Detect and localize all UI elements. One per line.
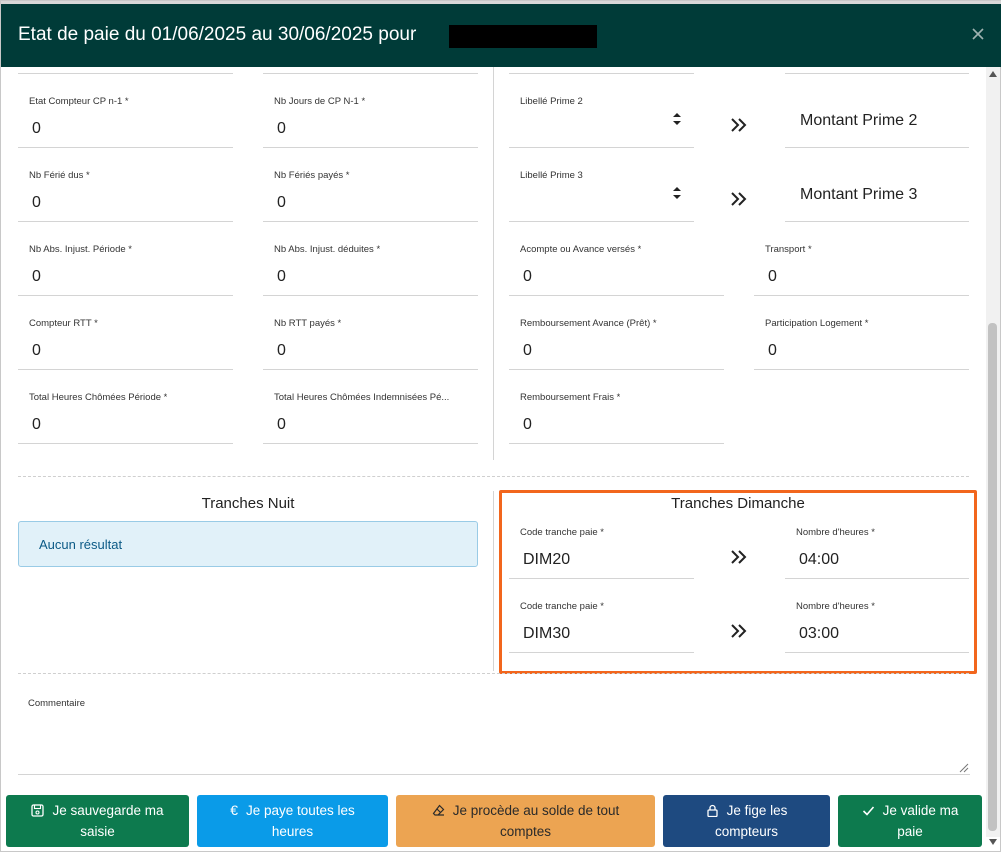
- euro-icon: €: [230, 802, 238, 818]
- freeze-line1: Je fige les: [726, 803, 788, 818]
- double-chevron-right-icon: [731, 192, 747, 206]
- field-placeholder: Montant Prime 3: [800, 186, 918, 203]
- comment-label: Commentaire: [28, 698, 86, 709]
- redacted-employee-name: [449, 25, 597, 48]
- field-label: Participation Logement *: [765, 318, 869, 329]
- field-unjustified-absences-period[interactable]: Nb Abs. Injust. Période * 0: [18, 222, 233, 296]
- validate-line2: paie: [897, 824, 923, 839]
- resize-handle-icon[interactable]: [959, 763, 969, 773]
- field-value: 0: [277, 194, 286, 211]
- field-label: Nb Férié dus *: [29, 170, 90, 181]
- field-label: Etat Compteur CP n-1 *: [29, 96, 129, 107]
- balance-line1: Je procède au solde de tout: [452, 803, 620, 818]
- field-value: 0: [32, 342, 41, 359]
- field-label: Total Heures Chômées Indemnisées Pé...: [274, 392, 450, 403]
- field-label: Transport *: [765, 244, 812, 255]
- dialog-title: Etat de paie du 01/06/2025 au 30/06/2025…: [18, 24, 417, 45]
- field-value: 0: [277, 342, 286, 359]
- field-unemployed-hours-indemnified[interactable]: Total Heures Chômées Indemnisées Pé... 0: [263, 370, 478, 444]
- field-label: Remboursement Frais *: [520, 392, 621, 403]
- floppy-disk-icon: [31, 804, 45, 817]
- field-label: Nb Fériés payés *: [274, 170, 350, 181]
- balance-line2: comptes: [499, 824, 552, 839]
- scroll-up-arrow-icon[interactable]: [989, 71, 997, 77]
- field-housing-participation[interactable]: Participation Logement * 0: [754, 296, 969, 370]
- field-label: Remboursement Avance (Prêt) *: [520, 318, 657, 329]
- field-expense-reimbursement[interactable]: Remboursement Frais * 0: [509, 370, 724, 444]
- field-label: Libellé Prime 3: [520, 170, 583, 181]
- dialog-header: Etat de paie du 01/06/2025 au 30/06/2025…: [1, 1, 1001, 67]
- field-label: Nb Abs. Injust. déduites *: [274, 244, 381, 255]
- input-prime-2-amount[interactable]: Montant Prime 2: [785, 74, 969, 148]
- empty-result-message: Aucun résultat: [39, 537, 123, 552]
- field-unjustified-absences-deducted[interactable]: Nb Abs. Injust. déduites * 0: [263, 222, 478, 296]
- save-button-line2: saisie: [80, 824, 115, 839]
- freeze-counters-button[interactable]: Je fige les compteurs: [663, 795, 830, 847]
- payroll-dialog: Etat de paie du 01/06/2025 au 30/06/2025…: [0, 0, 1001, 852]
- column-divider: [493, 491, 494, 671]
- checkmark-icon: [862, 806, 874, 816]
- field-value: 0: [768, 268, 777, 285]
- field-unemployed-hours-period[interactable]: Total Heures Chômées Période * 0: [18, 370, 233, 444]
- tranches-nuit-title: Tranches Nuit: [201, 495, 295, 512]
- comment-textarea[interactable]: [18, 690, 970, 775]
- balance-all-accounts-button[interactable]: Je procède au solde de tout comptes: [396, 795, 655, 847]
- field-value: 0: [277, 120, 286, 137]
- field-value: 0: [768, 342, 777, 359]
- field-value: 0: [32, 120, 41, 137]
- save-button[interactable]: Je sauvegarde ma saisie: [6, 795, 189, 847]
- validate-line1: Je valide ma: [882, 803, 959, 818]
- field-value: 0: [32, 268, 41, 285]
- field-rtt-paid[interactable]: Nb RTT payés * 0: [263, 296, 478, 370]
- highlight-box: [499, 490, 977, 674]
- field-label: Libellé Prime 2: [520, 96, 583, 107]
- field-advance-paid[interactable]: Acompte ou Avance versés * 0: [509, 222, 724, 296]
- scrollbar-thumb[interactable]: [988, 323, 997, 831]
- field-value: 0: [523, 342, 532, 359]
- select-prime-2[interactable]: Libellé Prime 2: [509, 74, 694, 148]
- save-button-line1: Je sauvegarde ma: [52, 803, 164, 818]
- field-holidays-paid[interactable]: Nb Fériés payés * 0: [263, 148, 478, 222]
- eraser-icon: [432, 804, 445, 816]
- section-separator: [18, 673, 969, 674]
- field-label: Nb Abs. Injust. Période *: [29, 244, 132, 255]
- field-label: Total Heures Chômées Période *: [29, 392, 168, 403]
- field-loan-repayment[interactable]: Remboursement Avance (Prêt) * 0: [509, 296, 724, 370]
- field-transport[interactable]: Transport * 0: [754, 222, 969, 296]
- field-label: Acompte ou Avance versés *: [520, 244, 642, 255]
- field-value: 0: [32, 416, 41, 433]
- lock-icon: [706, 804, 718, 817]
- field-cp-n1-counter[interactable]: Etat Compteur CP n-1 * 0: [18, 74, 233, 148]
- field-value: 0: [277, 416, 286, 433]
- double-chevron-right-icon: [731, 118, 747, 132]
- section-separator: [18, 476, 969, 477]
- field-cp-n1-days[interactable]: Nb Jours de CP N-1 * 0: [263, 74, 478, 148]
- select-arrows-icon: [673, 187, 681, 199]
- empty-result-alert: Aucun résultat: [18, 521, 478, 567]
- field-value: 0: [523, 268, 532, 285]
- field-label: Nb Jours de CP N-1 *: [274, 96, 366, 107]
- field-placeholder: Montant Prime 2: [800, 112, 918, 129]
- field-label: Compteur RTT *: [29, 318, 98, 329]
- field-holidays-due[interactable]: Nb Férié dus * 0: [18, 148, 233, 222]
- select-arrows-icon: [673, 113, 681, 125]
- field-value: 0: [32, 194, 41, 211]
- field-value: 0: [277, 268, 286, 285]
- select-prime-3[interactable]: Libellé Prime 3: [509, 148, 694, 222]
- scroll-down-arrow-icon[interactable]: [989, 839, 997, 845]
- field-value: 0: [523, 416, 532, 433]
- pay-all-hours-button[interactable]: € Je paye toutes les heures: [197, 795, 388, 847]
- close-icon[interactable]: [970, 26, 986, 42]
- validate-pay-button[interactable]: Je valide ma paie: [838, 795, 982, 847]
- pay-all-line1: Je paye toutes les: [245, 803, 355, 818]
- field-label: Nb RTT payés *: [274, 318, 342, 329]
- freeze-line2: compteurs: [714, 824, 779, 839]
- column-divider: [493, 67, 494, 460]
- pay-all-line2: heures: [271, 824, 314, 839]
- field-rtt-counter[interactable]: Compteur RTT * 0: [18, 296, 233, 370]
- input-prime-3-amount[interactable]: Montant Prime 3: [785, 148, 969, 222]
